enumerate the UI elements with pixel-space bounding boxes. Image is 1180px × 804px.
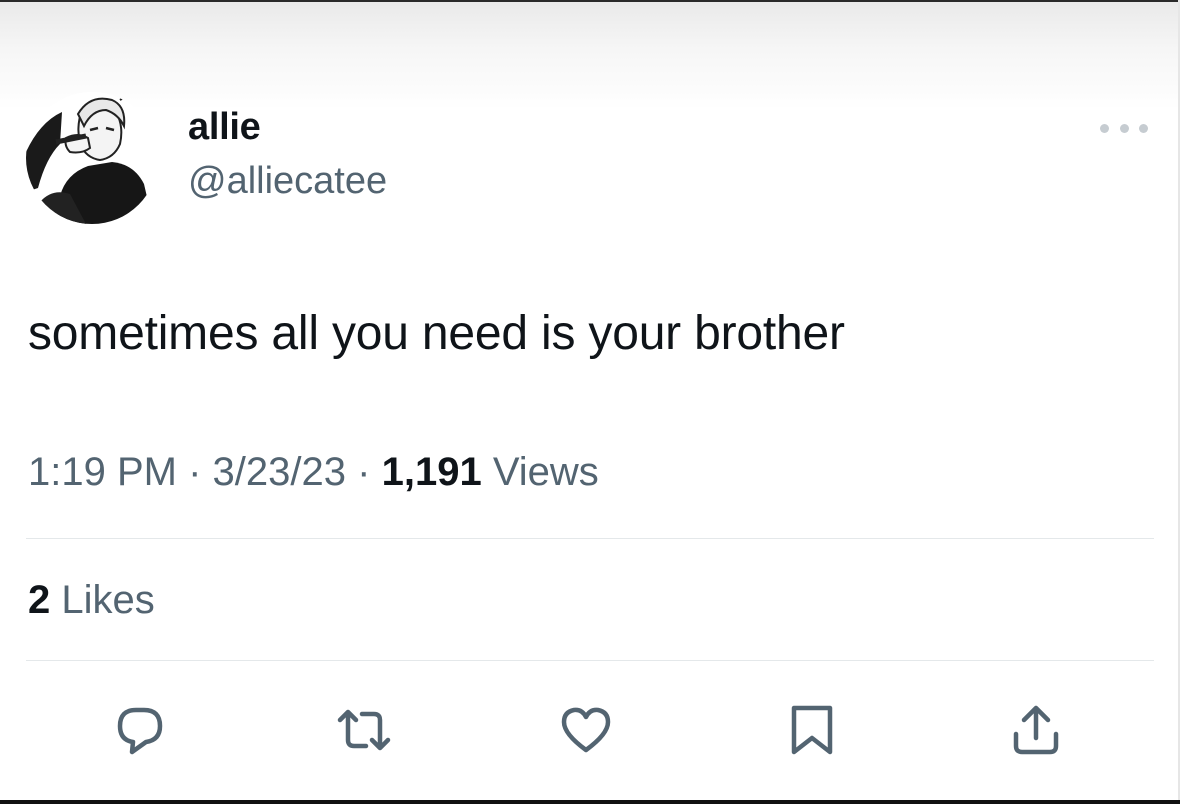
share-icon	[1013, 705, 1059, 755]
reply-icon	[117, 707, 163, 755]
likes-label: Likes	[61, 578, 155, 622]
meta-separator: ·	[357, 450, 371, 494]
likes-link[interactable]: 2 Likes	[28, 578, 155, 623]
avatar-image	[26, 92, 158, 224]
avatar[interactable]	[26, 92, 158, 224]
reply-button[interactable]	[110, 700, 170, 760]
retweet-button[interactable]	[334, 700, 394, 760]
tweet-text: sometimes all you need is your brother	[28, 307, 845, 360]
likes-count: 2	[28, 578, 51, 622]
more-dot	[1119, 123, 1129, 133]
views-count: 1,191	[381, 450, 482, 494]
like-button[interactable]	[556, 700, 616, 760]
bookmark-icon	[791, 705, 833, 755]
tweet-date[interactable]: 3/23/23	[213, 450, 346, 494]
top-fade	[0, 0, 1180, 110]
heart-icon	[561, 707, 611, 753]
tweet-time[interactable]: 1:19 PM	[28, 450, 177, 494]
author-handle[interactable]: @alliecatee	[188, 160, 387, 203]
frame-top-border	[0, 0, 1180, 2]
meta-separator: ·	[188, 450, 202, 494]
frame-bottom-border	[0, 800, 1180, 804]
more-dot	[1139, 123, 1148, 133]
retweet-icon	[337, 709, 391, 751]
author-name[interactable]: allie	[188, 106, 261, 149]
divider	[26, 538, 1154, 539]
divider	[26, 660, 1154, 661]
more-horizontal-icon[interactable]	[1100, 118, 1148, 138]
share-button[interactable]	[1006, 700, 1066, 760]
tweet-meta: 1:19 PM · 3/23/23 · 1,191 Views	[28, 450, 599, 495]
more-dot	[1100, 123, 1109, 133]
bookmark-button[interactable]	[782, 700, 842, 760]
views-label: Views	[492, 450, 599, 494]
